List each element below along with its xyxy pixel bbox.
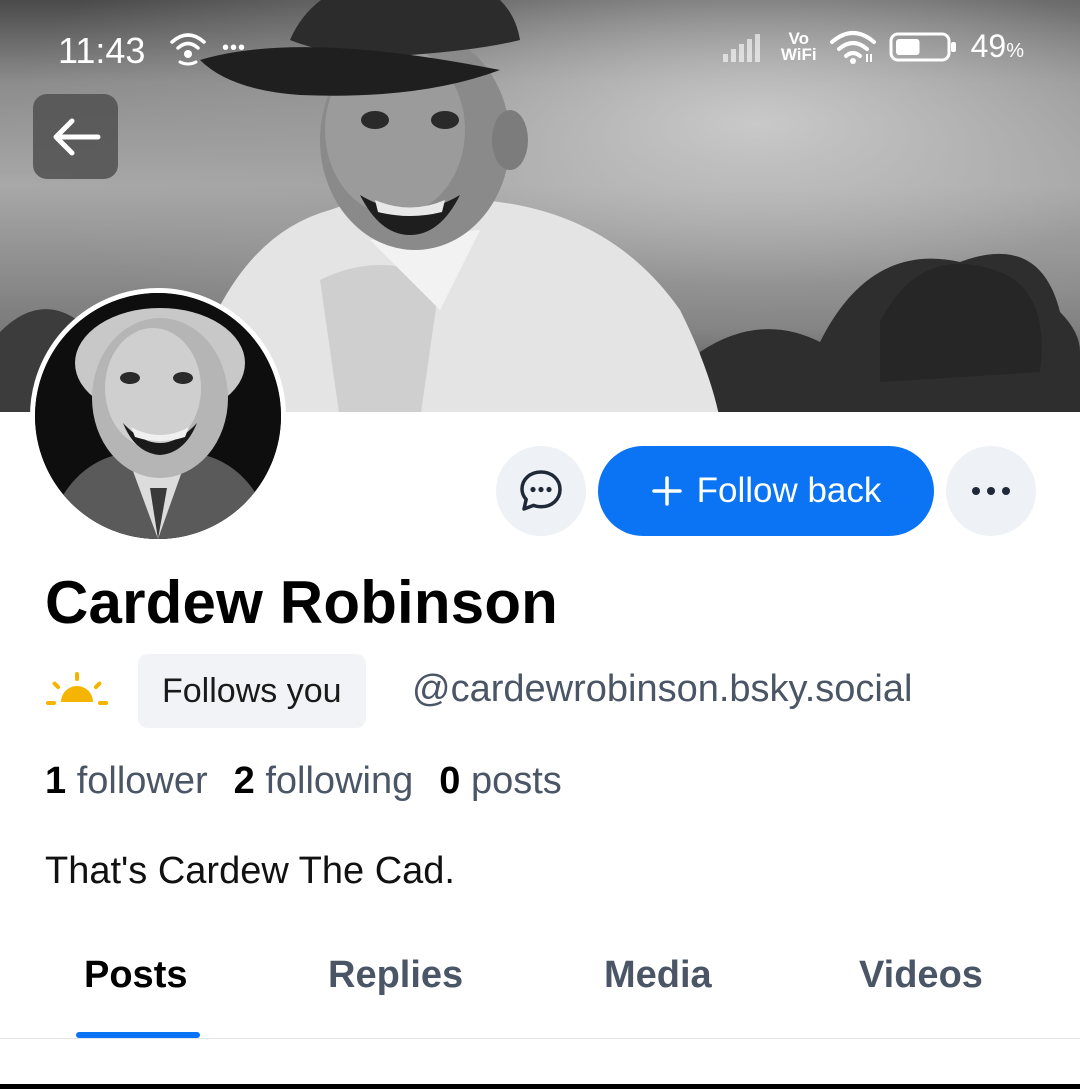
follow-back-label: Follow back — [696, 471, 882, 510]
cell-signal-icon — [722, 33, 760, 62]
ellipsis-icon — [972, 487, 1010, 495]
more-options-button[interactable] — [946, 446, 1036, 536]
vowifi-icon: Vo WiFi — [780, 30, 817, 64]
followers-stat[interactable]: 1 follower — [45, 760, 208, 803]
screen-bottom-edge — [0, 1084, 1080, 1089]
follows-you-badge: Follows you — [138, 654, 366, 728]
vowifi-bottom: WiFi — [780, 44, 817, 64]
tab-posts[interactable]: Posts — [84, 954, 187, 997]
tab-replies[interactable]: Replies — [328, 954, 463, 997]
battery-percent: 49% — [971, 28, 1024, 65]
posts-label: posts — [470, 760, 562, 802]
following-stat[interactable]: 2 following — [234, 760, 414, 803]
tabs-divider — [0, 1038, 1080, 1039]
chat-bubble-icon — [520, 470, 562, 511]
sunrise-icon — [46, 672, 108, 705]
followers-label: follower — [76, 760, 208, 802]
tab-videos[interactable]: Videos — [859, 954, 983, 997]
back-button[interactable] — [33, 94, 118, 179]
battery-percent-value: 49 — [970, 28, 1007, 64]
followers-count: 1 — [45, 760, 67, 802]
posts-count: 0 — [439, 760, 461, 802]
profile-handle[interactable]: @cardewrobinson.bsky.social — [412, 668, 912, 711]
follow-back-button[interactable]: Follow back — [598, 446, 934, 536]
status-right-icons: Vo WiFi 49% — [722, 28, 1024, 65]
plus-icon — [651, 476, 682, 506]
status-left-icons: ••• — [168, 30, 246, 66]
status-bar: 11:43 ••• Vo WiFi 49% — [0, 0, 1080, 100]
following-label: following — [265, 760, 414, 802]
avatar-image — [35, 293, 281, 539]
battery-icon — [889, 32, 956, 61]
avatar[interactable] — [30, 288, 286, 544]
wifi-icon — [829, 30, 876, 64]
following-count: 2 — [233, 760, 255, 802]
profile-stats: 1 follower 2 following 0 posts — [45, 760, 562, 803]
message-button[interactable] — [496, 446, 586, 536]
profile-tabs: Posts Replies Media Videos — [0, 940, 1080, 1040]
status-more-dots: ••• — [222, 36, 247, 59]
profile-display-name: Cardew Robinson — [45, 569, 559, 636]
battery-percent-unit: % — [1006, 40, 1024, 62]
arrow-left-icon — [53, 118, 100, 155]
follows-you-label: Follows you — [162, 671, 342, 710]
tab-media[interactable]: Media — [604, 954, 712, 997]
status-time: 11:43 — [58, 30, 146, 71]
posts-stat: 0 posts — [439, 760, 562, 803]
hotspot-icon — [170, 33, 206, 66]
profile-bio: That's Cardew The Cad. — [45, 850, 455, 892]
